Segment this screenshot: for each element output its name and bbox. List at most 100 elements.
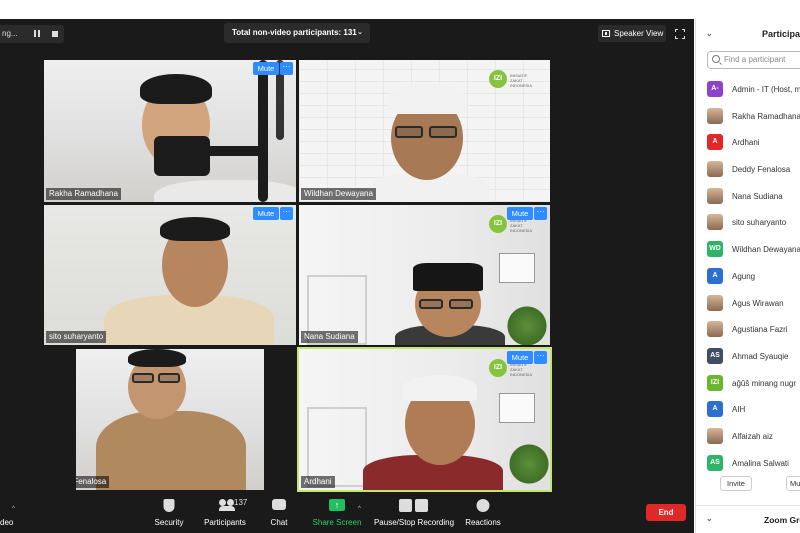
stop-video-button[interactable]: deo bbox=[0, 494, 18, 533]
participant-name: Admin - IT (Host, m bbox=[732, 85, 800, 94]
avatar: A bbox=[707, 401, 723, 418]
pause-recording-icon[interactable] bbox=[34, 30, 40, 37]
izi-logo-text: INISIATIF ZAKAT INDONESIA bbox=[510, 73, 533, 88]
avatar bbox=[707, 321, 723, 338]
participant-list-item[interactable]: A AIH bbox=[696, 396, 800, 423]
participant-list-item[interactable]: IZI aĝŭŝ minang nugr bbox=[696, 370, 800, 397]
participants-icon bbox=[219, 499, 235, 511]
more-options-button[interactable]: ··· bbox=[280, 207, 293, 220]
participant-name: Alfaizah aiz bbox=[732, 431, 773, 441]
speaker-view-button[interactable]: Speaker View bbox=[598, 25, 666, 42]
avatar: A bbox=[707, 134, 723, 151]
participant-name: aĝŭŝ minang nugr bbox=[732, 378, 797, 388]
avatar bbox=[707, 294, 723, 311]
participant-search-input[interactable]: Find a participant bbox=[707, 51, 800, 69]
participant-cap bbox=[413, 263, 483, 291]
avatar: AS bbox=[707, 347, 723, 364]
fullscreen-icon[interactable] bbox=[674, 28, 686, 40]
non-video-count-label: Total non-video participants: 131 bbox=[232, 28, 357, 37]
participant-cap bbox=[403, 375, 477, 401]
zoom-group-label: Zoom Gro bbox=[764, 515, 800, 525]
shield-icon bbox=[163, 499, 175, 512]
chevron-down-icon[interactable]: ⌄ bbox=[706, 29, 713, 38]
participant-list-item[interactable]: Alfaizah aiz bbox=[696, 423, 800, 450]
video-tile-rakha[interactable]: Mute ··· Rakha Ramadhana bbox=[44, 60, 296, 202]
participant-name: Deddy Fenalosa bbox=[732, 165, 791, 175]
participant-list-item[interactable]: Deddy Fenalosa bbox=[696, 156, 800, 183]
share-options-caret[interactable]: ^ bbox=[358, 506, 361, 512]
participant-list-item[interactable]: Rakha Ramadhana bbox=[696, 103, 800, 130]
share-screen-button[interactable]: ↑ Share Screen bbox=[310, 494, 364, 533]
video-tile-sito[interactable]: Mute ··· sito suharyanto bbox=[44, 205, 296, 345]
participants-button[interactable]: 137 Participants bbox=[200, 494, 250, 533]
mute-button[interactable]: Mute bbox=[253, 62, 279, 75]
avatar bbox=[707, 107, 723, 124]
participant-list-item[interactable]: A Ardhani bbox=[696, 129, 800, 156]
participant-list-item[interactable]: AS Ahmad Syauqie bbox=[696, 343, 800, 370]
video-options-caret[interactable]: ^ bbox=[12, 506, 15, 512]
participant-list-item[interactable]: WD Wildhan Dewayana bbox=[696, 236, 800, 263]
participant-glasses bbox=[419, 299, 443, 309]
chat-button[interactable]: Chat bbox=[262, 494, 296, 533]
participants-panel-header: ⌄ Participa bbox=[696, 19, 800, 49]
video-tile-nana[interactable]: IZI INISIATIF ZAKAT INDONESIA Mute ··· Na… bbox=[299, 205, 550, 345]
participant-name: Wildhan Dewayana bbox=[732, 245, 800, 255]
participant-glasses bbox=[395, 126, 423, 138]
participant-name: Amalina Salwati bbox=[732, 458, 789, 468]
video-tile-wildhan[interactable]: IZI INISIATIF ZAKAT INDONESIA Wildhan Dew… bbox=[299, 60, 550, 202]
izi-logo-mark: IZI bbox=[489, 215, 507, 233]
participant-glasses bbox=[449, 299, 473, 309]
plant bbox=[509, 439, 549, 489]
mute-button[interactable]: Mute bbox=[507, 207, 533, 220]
more-options-button[interactable]: ··· bbox=[534, 207, 547, 220]
participant-list-item[interactable]: Nana Sudiana bbox=[696, 183, 800, 210]
plant bbox=[507, 301, 547, 345]
zoom-group-section[interactable]: ⌄ Zoom Gro bbox=[696, 505, 800, 533]
mute-all-button[interactable]: Mu bbox=[786, 476, 800, 491]
avatar: A- bbox=[707, 81, 723, 97]
participant-name: sito suharyanto bbox=[732, 218, 787, 228]
video-tile-ardhani[interactable]: IZI INISIATIF ZAKAT INDONESIA Mute ··· Ar… bbox=[297, 347, 552, 492]
avatar bbox=[707, 161, 723, 178]
stop-video-label: deo bbox=[0, 518, 14, 527]
participant-list-item[interactable]: Agustiana Fazri bbox=[696, 316, 800, 343]
participant-list-item[interactable]: A- Admin - IT (Host, m bbox=[696, 76, 800, 103]
share-screen-label: Share Screen bbox=[312, 518, 362, 527]
reactions-icon bbox=[476, 499, 490, 512]
participant-list-item[interactable]: Agus Wirawan bbox=[696, 290, 800, 317]
participant-body bbox=[154, 180, 296, 202]
participant-hair bbox=[160, 217, 230, 241]
share-screen-icon: ↑ bbox=[329, 499, 345, 511]
wall-sign bbox=[499, 253, 535, 283]
meeting-toolbar: deo ^ Security 137 Participants Chat ↑ S… bbox=[0, 494, 694, 533]
end-meeting-button[interactable]: End bbox=[646, 504, 686, 521]
pause-stop-recording-button[interactable]: Pause/Stop Recording bbox=[372, 494, 456, 533]
participant-glasses bbox=[132, 373, 154, 383]
participant-name: Agustiana Fazri bbox=[732, 325, 788, 335]
mute-button[interactable]: Mute bbox=[507, 351, 533, 364]
recording-indicator[interactable]: ng... bbox=[0, 25, 64, 43]
security-button[interactable]: Security bbox=[150, 494, 188, 533]
avatar bbox=[707, 187, 723, 204]
participant-list: A- Admin - IT (Host, m Rakha Ramadhana A Ard… bbox=[696, 76, 800, 476]
more-options-button[interactable]: ··· bbox=[534, 351, 547, 364]
reactions-label: Reactions bbox=[465, 518, 501, 527]
speaker-view-label: Speaker View bbox=[614, 29, 664, 38]
reactions-button[interactable]: Reactions bbox=[462, 494, 504, 533]
non-video-participants-dropdown[interactable]: Total non-video participants: 131 ⌄ bbox=[224, 23, 370, 43]
video-tile-deddy[interactable]: Deddy Fenalosa bbox=[76, 349, 264, 490]
stop-recording-icon[interactable] bbox=[52, 31, 58, 37]
participant-list-item[interactable]: sito suharyanto bbox=[696, 209, 800, 236]
invite-button[interactable]: Invite bbox=[720, 476, 752, 491]
more-options-button[interactable]: ··· bbox=[280, 62, 293, 75]
mute-button[interactable]: Mute bbox=[253, 207, 279, 220]
participant-list-item[interactable]: A Agung bbox=[696, 263, 800, 290]
participant-glasses bbox=[429, 126, 457, 138]
view-layout-icon bbox=[602, 30, 610, 37]
participant-list-item[interactable]: AS Amalina Salwati bbox=[696, 450, 800, 477]
bookshelf bbox=[307, 407, 367, 487]
participant-name-label: Wildhan Dewayana bbox=[301, 188, 376, 200]
participant-cap bbox=[387, 84, 467, 114]
avatar: A bbox=[707, 267, 723, 284]
search-placeholder: Find a participant bbox=[724, 55, 786, 64]
